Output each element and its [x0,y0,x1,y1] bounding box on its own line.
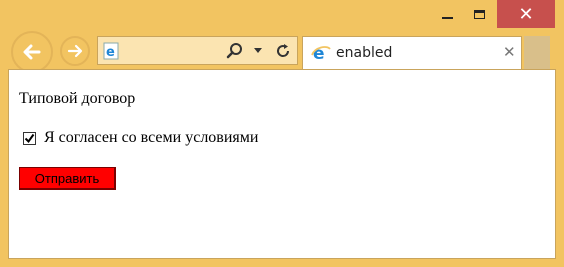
maximize-icon [473,9,485,19]
ie-logo-icon: e [103,42,119,60]
new-tab-button[interactable] [524,36,550,69]
back-button[interactable] [11,31,53,73]
minimize-button[interactable] [433,0,461,28]
agree-checkbox[interactable] [23,131,36,145]
agree-row[interactable]: Я согласен со всеми условиями [23,129,258,147]
submit-button[interactable]: Отправить [19,167,116,190]
svg-text:e: e [106,45,115,60]
refresh-icon[interactable] [274,42,292,60]
tab-enabled[interactable]: e enabled ✕ [302,36,522,69]
checkmark-icon [24,133,35,143]
chevron-down-icon[interactable] [254,48,262,54]
arrow-left-icon [23,44,41,60]
maximize-button[interactable] [465,0,493,28]
agree-label[interactable]: Я согласен со всеми условиями [44,129,258,147]
page-content: Типовой договор Я согласен со всеми усло… [8,69,556,259]
close-tab-icon[interactable]: ✕ [503,43,516,61]
minimize-icon [441,17,453,19]
forward-button[interactable] [60,36,90,66]
search-icon[interactable] [226,42,244,60]
tab-title: enabled [336,45,393,61]
ie-logo-icon: e [311,44,331,63]
browser-window: ✕ e e enabled ✕ Типовой договор Я соглас… [0,0,564,267]
address-bar[interactable]: e [97,36,298,65]
close-window-button[interactable]: ✕ [497,0,555,28]
page-heading: Типовой договор [19,90,136,107]
close-icon: ✕ [518,3,534,25]
arrow-right-icon [67,44,83,58]
